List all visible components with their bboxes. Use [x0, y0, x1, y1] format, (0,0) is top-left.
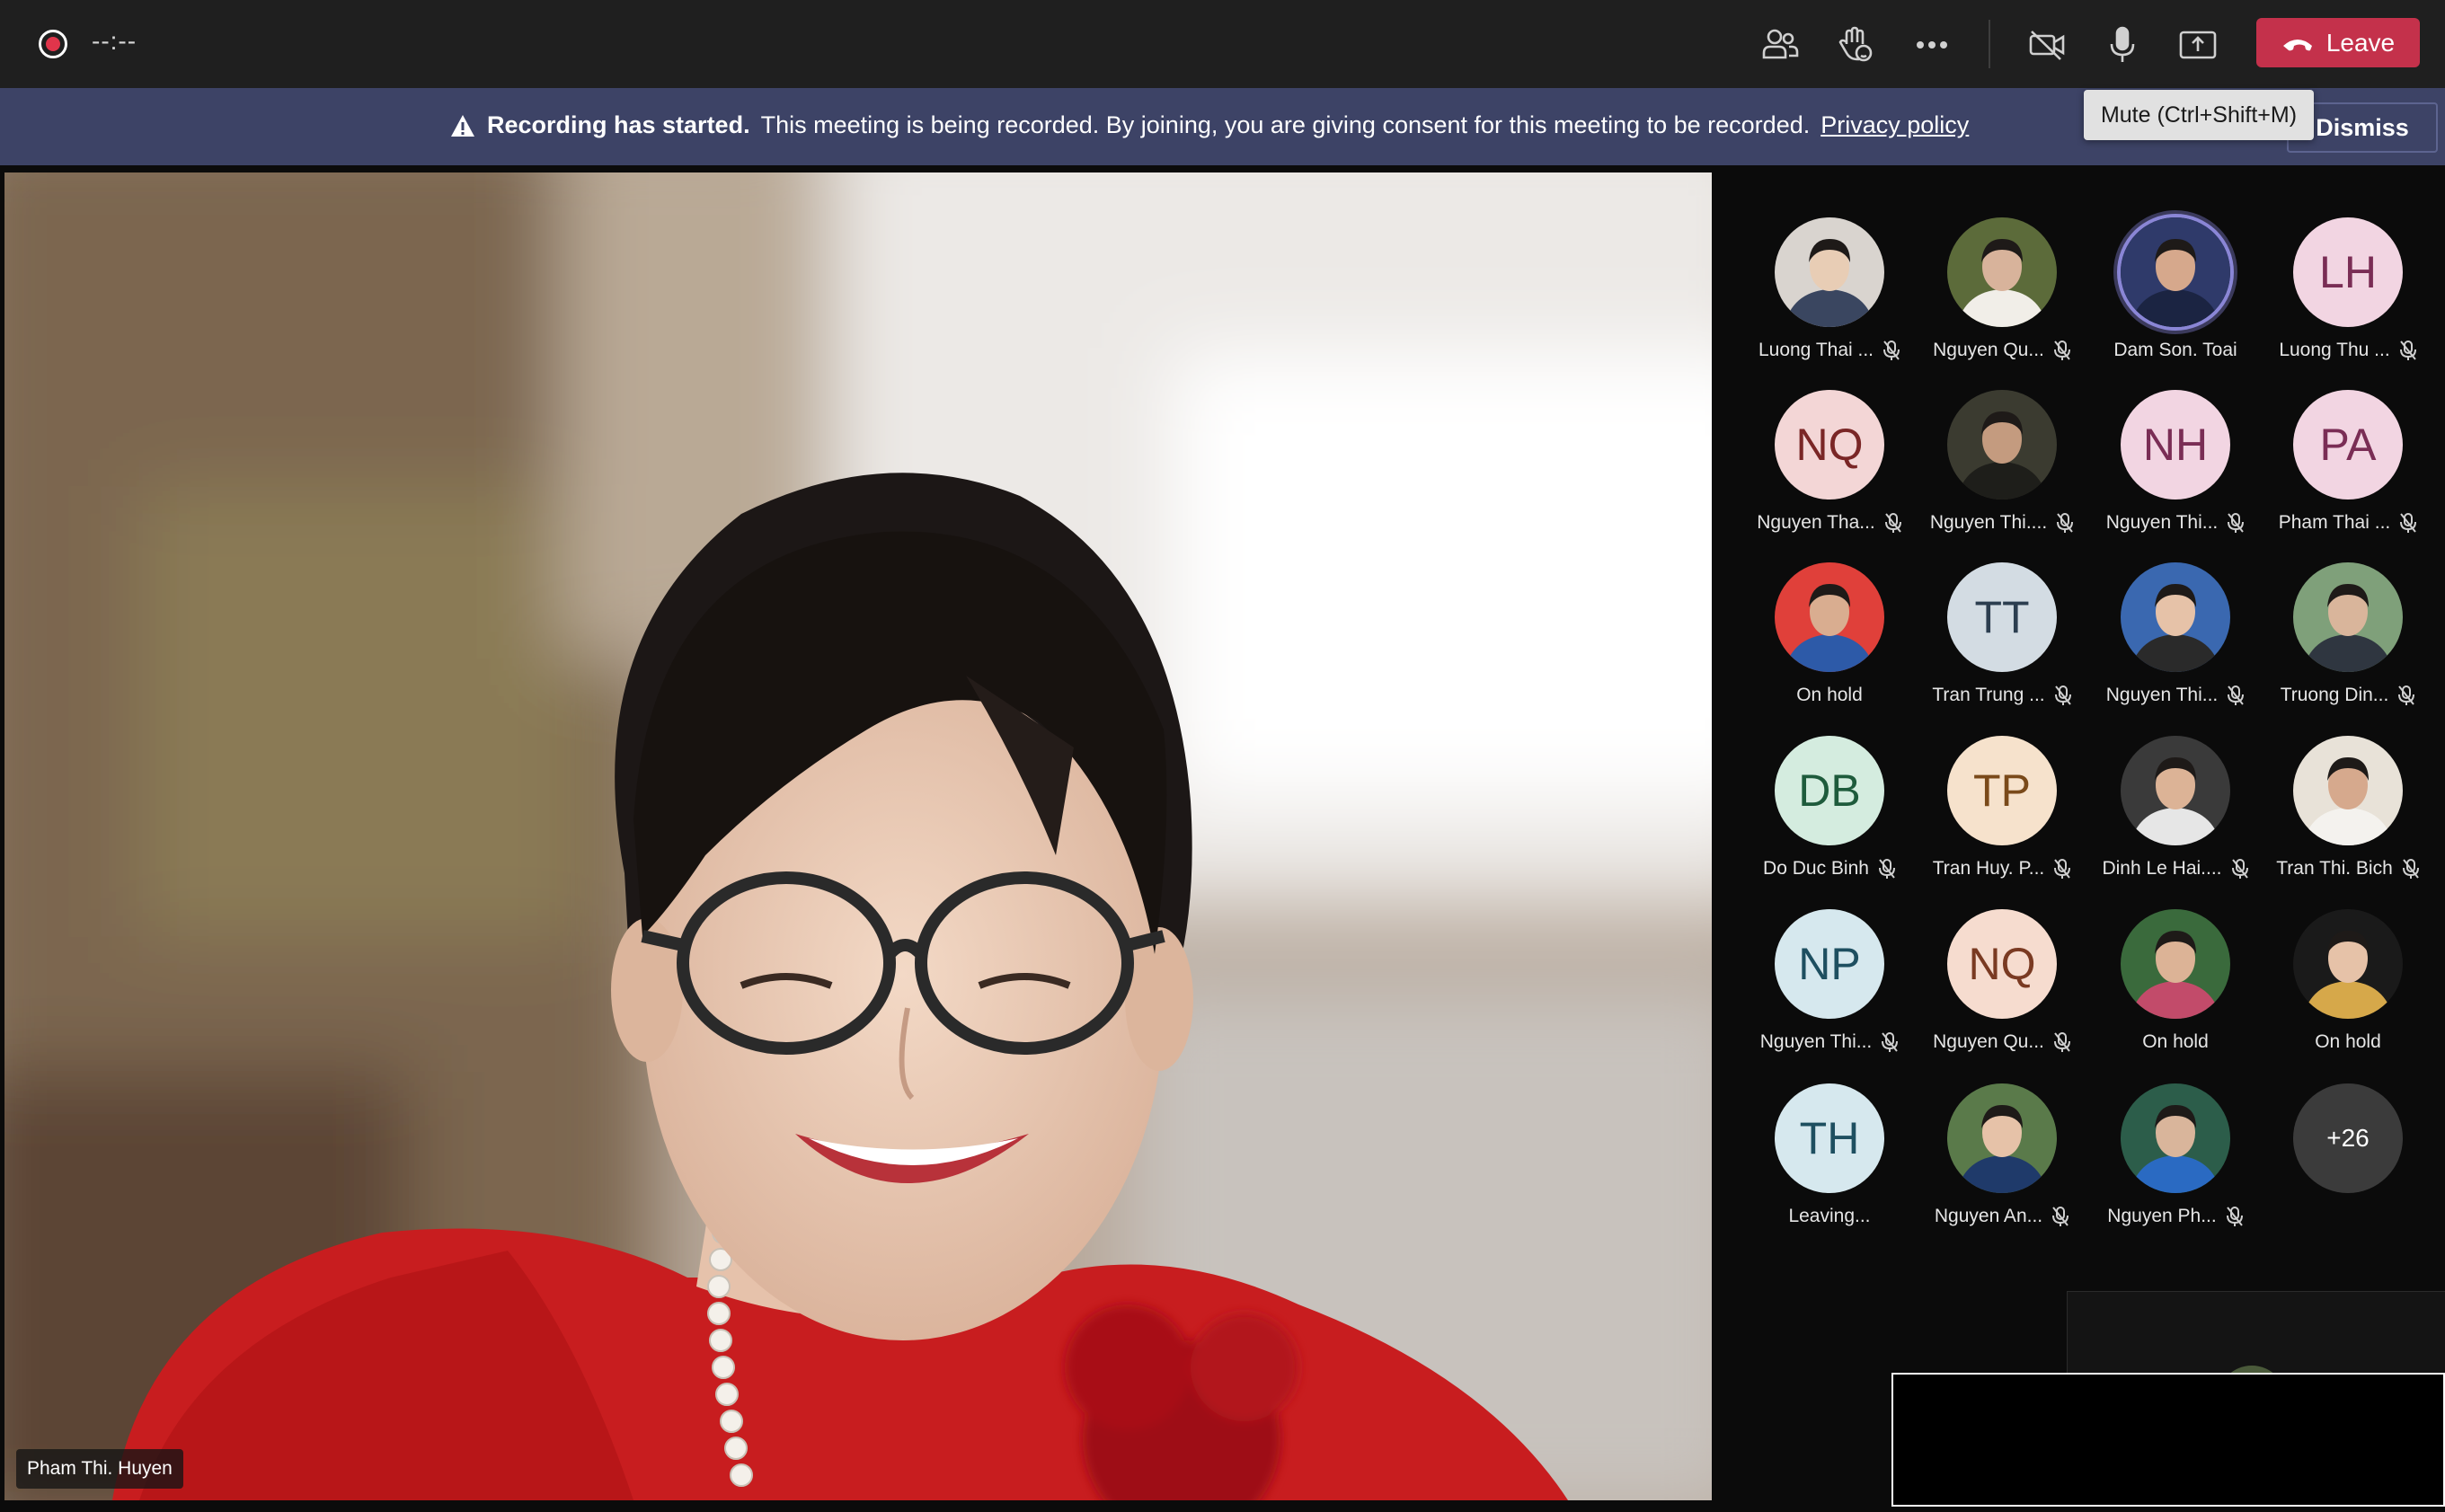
participant-tile[interactable]: Nguyen Thi.... [1916, 345, 2088, 533]
camera-off-icon[interactable] [2022, 20, 2072, 70]
speaker-name-tag: Pham Thi. Huyen [16, 1449, 183, 1489]
leave-button[interactable]: Leave [2256, 18, 2420, 67]
speaker-video-frame [4, 172, 1712, 1500]
participant-avatar [2121, 909, 2230, 1019]
participant-tile[interactable]: Nguyen Qu... [1916, 172, 2088, 360]
participant-tile[interactable]: NP Nguyen Thi... [1743, 864, 1916, 1052]
toolbar-divider [1989, 20, 1990, 68]
participant-avatar [1775, 562, 1884, 672]
participant-photo [2293, 736, 2403, 845]
participant-tile[interactable]: Nguyen Ph... [2089, 1039, 2262, 1226]
participant-avatar [1775, 217, 1884, 327]
participant-label: Nguyen Ph... [2089, 1206, 2262, 1227]
participant-tile[interactable]: Luong Thai ... [1743, 172, 1916, 360]
participant-tile[interactable]: TP Tran Huy. P... [1916, 691, 2088, 879]
participant-tile[interactable]: On hold [2262, 864, 2434, 1052]
participant-avatar: NQ [1775, 390, 1884, 500]
participant-avatar: TP [1947, 736, 2057, 845]
participant-tile[interactable]: Nguyen An... [1916, 1039, 2088, 1226]
participant-name: Leaving... [1788, 1206, 1871, 1226]
participant-avatar: NQ [1947, 909, 2057, 1019]
participant-photo [1947, 390, 2057, 500]
privacy-policy-link[interactable]: Privacy policy [1820, 111, 1969, 139]
banner-title: Recording has started. [487, 111, 750, 138]
warning-icon [451, 114, 474, 137]
participant-tile[interactable]: PA Pham Thai ... [2262, 345, 2434, 533]
participant-name: Nguyen Ph... [2107, 1206, 2217, 1226]
mic-icon[interactable] [2097, 20, 2148, 70]
participant-avatar [1947, 390, 2057, 500]
banner-message: This meeting is being recorded. By joini… [760, 111, 1811, 138]
mic-off-icon [2052, 1207, 2069, 1226]
participant-avatar [2293, 909, 2403, 1019]
more-icon[interactable] [1907, 20, 1957, 70]
mute-tooltip: Mute (Ctrl+Shift+M) [2084, 90, 2314, 140]
participant-photo [2293, 562, 2403, 672]
participant-avatar: LH [2293, 217, 2403, 327]
participant-avatar [2121, 1083, 2230, 1193]
participant-avatar [1947, 1083, 2057, 1193]
participant-avatar [2121, 736, 2230, 845]
participant-photo [1775, 217, 1884, 327]
participant-tile[interactable]: Tran Thi. Bich [2262, 691, 2434, 879]
main-video [4, 172, 1712, 1500]
redaction-box [1891, 1373, 2445, 1507]
meeting-toolbar: --:-- Leave [0, 0, 2445, 88]
participant-photo [1947, 217, 2057, 327]
record-icon [39, 30, 67, 58]
participant-avatar: NP [1775, 909, 1884, 1019]
mic-off-icon [2226, 1207, 2243, 1226]
participant-avatar: TT [1947, 562, 2057, 672]
participant-avatar: PA [2293, 390, 2403, 500]
participant-tile[interactable]: Nguyen Thi... [2089, 517, 2262, 705]
banner-text: Recording has started. This meeting is b… [449, 111, 1969, 139]
participant-tile[interactable]: On hold [2089, 864, 2262, 1052]
participant-photo [1947, 1083, 2057, 1193]
share-icon[interactable] [2173, 20, 2223, 70]
participant-tile[interactable]: NQ Nguyen Tha... [1743, 345, 1916, 533]
overflow-tile[interactable]: +26 [2262, 1039, 2434, 1200]
participant-photo [2121, 1083, 2230, 1193]
overflow-count[interactable]: +26 [2293, 1083, 2403, 1193]
participant-avatar [2293, 736, 2403, 845]
leave-label: Leave [2325, 28, 2396, 57]
participant-avatar [2121, 562, 2230, 672]
participant-tile[interactable]: NQ Nguyen Qu... [1916, 864, 2088, 1052]
participant-avatar [2121, 217, 2230, 327]
participant-tile[interactable]: LH Luong Thu ... [2262, 172, 2434, 360]
participant-tile[interactable]: Truong Din... [2262, 517, 2434, 705]
participant-label: Nguyen An... [1916, 1206, 2088, 1227]
participant-photo [2293, 909, 2403, 1019]
participant-tile[interactable]: Dam Son. Toai [2089, 172, 2262, 360]
participant-photo [2121, 562, 2230, 672]
raise-hand-icon[interactable] [1830, 20, 1881, 70]
participant-photo [2121, 217, 2230, 327]
meeting-timer: --:-- [92, 27, 137, 55]
participant-avatar: TH [1775, 1083, 1884, 1193]
participant-tile[interactable]: DB Do Duc Binh [1743, 691, 1916, 879]
participant-tile[interactable]: On hold [1743, 517, 1916, 705]
participant-photo [2121, 736, 2230, 845]
people-icon[interactable] [1755, 20, 1805, 70]
recording-banner: Recording has started. This meeting is b… [0, 88, 2445, 165]
participant-name: Nguyen An... [1934, 1206, 2043, 1226]
participant-label: Leaving... [1743, 1206, 1916, 1227]
participant-avatar [1947, 217, 2057, 327]
participant-photo [1775, 562, 1884, 672]
participant-avatar: DB [1775, 736, 1884, 845]
participant-photo [2121, 909, 2230, 1019]
participant-tile[interactable]: TH Leaving... [1743, 1039, 1916, 1226]
participant-avatar: NH [2121, 390, 2230, 500]
participant-tile[interactable]: Dinh Le Hai.... [2089, 691, 2262, 879]
participant-tile[interactable]: NH Nguyen Thi... [2089, 345, 2262, 533]
participant-avatar [2293, 562, 2403, 672]
phone-hangup-icon [2282, 39, 2312, 50]
participant-tile[interactable]: TT Tran Trung ... [1916, 517, 2088, 705]
